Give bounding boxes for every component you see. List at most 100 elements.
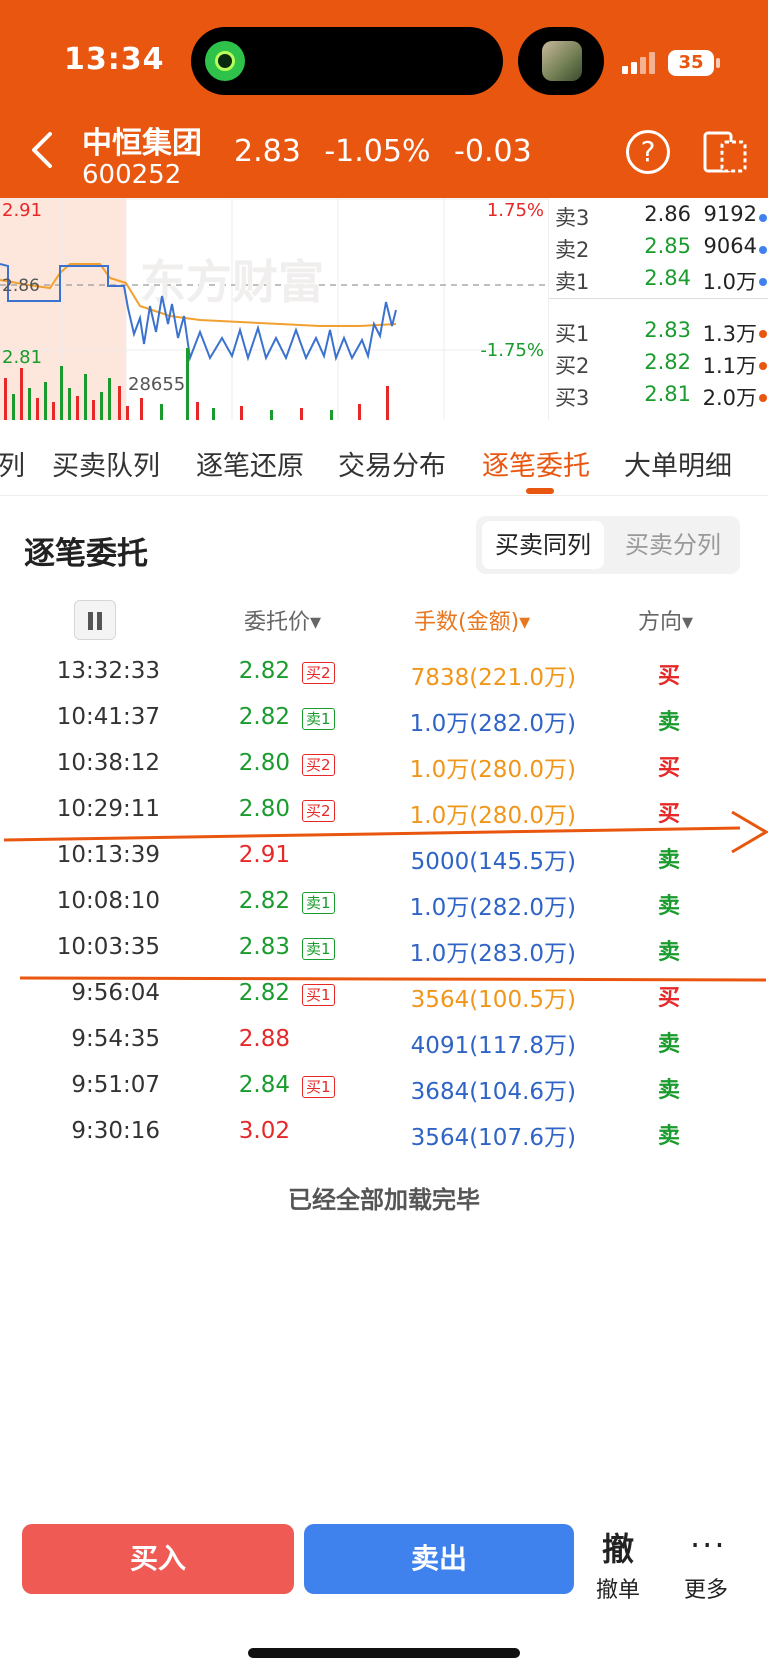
tab-trade-distribution[interactable]: 交易分布 [338, 444, 446, 483]
more-icon[interactable]: ··· [690, 1526, 727, 1564]
switch-layout-icon[interactable] [702, 130, 748, 174]
chart-mid-price: 2.86 [2, 276, 40, 296]
battery-tip [716, 58, 720, 68]
order-row: 9:30:16 3.02 3564(107.6万) 卖 [0, 1110, 768, 1156]
help-icon[interactable]: ? [626, 130, 670, 174]
queue-badge: 卖1 [302, 892, 335, 914]
ask-row-3: 卖3 2.86 9192 [549, 202, 768, 234]
music-app-icon [205, 41, 245, 81]
stock-quote: 2.83 -1.05% -0.03 [234, 134, 546, 169]
back-arrow-icon[interactable] [26, 128, 60, 172]
order-direction: 卖 [658, 940, 681, 965]
signal-icon [622, 52, 656, 74]
order-volume: 1.0万(282.0万) [409, 711, 576, 737]
chart-up-pct: 1.75% [487, 200, 544, 221]
order-volume: 7838(221.0万) [410, 665, 576, 691]
order-time: 10:41:37 [56, 704, 160, 730]
active-tab-indicator [526, 488, 554, 494]
order-volume: 1.0万(280.0万) [409, 803, 576, 829]
order-time: 9:54:35 [71, 1026, 160, 1052]
chart-down-pct: -1.75% [480, 340, 544, 361]
queue-badge: 买1 [302, 984, 335, 1006]
order-row: 13:32:33 2.82 买2 7838(221.0万) 买 [0, 650, 768, 696]
order-price: 2.80 [238, 750, 290, 776]
order-time: 13:32:33 [56, 658, 160, 684]
chart-volume-label: 28655 [128, 374, 185, 395]
intraday-chart[interactable]: 东方财富 2.91 2.86 2.81 1.75% -1.75% 28655 [0, 198, 548, 420]
battery-icon: 35 [668, 50, 714, 76]
avatar [542, 41, 582, 81]
order-volume: 4091(117.8万) [410, 1033, 576, 1059]
tab-partial[interactable]: 列 [0, 444, 25, 483]
bid-row-1: 买1 2.83 1.3万 [549, 318, 768, 350]
bid-row-3: 买3 2.81 2.0万 [549, 382, 768, 414]
dynamic-island-activity [518, 27, 604, 95]
order-row: 9:54:35 2.88 4091(117.8万) 卖 [0, 1018, 768, 1064]
buy-dot-icon [759, 330, 767, 338]
tab-order-queue[interactable]: 买卖队列 [52, 444, 160, 483]
order-time: 10:29:11 [56, 796, 160, 822]
chart-low-price: 2.81 [2, 347, 42, 368]
order-price: 2.84 [238, 1072, 290, 1098]
order-volume: 5000(145.5万) [410, 849, 576, 875]
split-column-button[interactable]: 买卖分列 [612, 521, 734, 569]
order-price: 2.82 [238, 980, 290, 1006]
order-direction: 卖 [658, 1032, 681, 1057]
cancel-order-button[interactable]: 撤单 [596, 1572, 640, 1604]
sell-dot-icon [759, 214, 767, 222]
ask-row-1: 卖1 2.84 1.0万 [549, 266, 768, 298]
order-volume: 3684(104.6万) [410, 1079, 576, 1105]
chart-watermark: 东方财富 [140, 255, 324, 309]
order-direction: 买 [658, 756, 681, 781]
order-volume: 1.0万(283.0万) [409, 941, 576, 967]
order-direction: 卖 [658, 894, 681, 919]
queue-badge: 买1 [302, 1076, 335, 1098]
order-price: 3.02 [238, 1118, 290, 1144]
order-direction: 买 [658, 664, 681, 689]
current-price: 2.83 [234, 134, 301, 169]
change-percent: -1.05% [324, 134, 431, 169]
order-direction: 卖 [658, 848, 681, 873]
pause-icon[interactable] [74, 600, 116, 640]
order-row: 10:13:39 2.91 5000(145.5万) 卖 [0, 834, 768, 880]
order-book[interactable]: 卖3 2.86 9192 卖2 2.85 9064 卖1 2.84 1.0万 买… [548, 198, 768, 420]
tab-tick-restore[interactable]: 逐笔还原 [196, 444, 304, 483]
order-book-divider [549, 298, 768, 299]
view-mode-toggle: 买卖同列 买卖分列 [476, 516, 740, 574]
ask-row-2: 卖2 2.85 9064 [549, 234, 768, 266]
tab-large-orders[interactable]: 大单明细 [624, 444, 732, 483]
sell-dot-icon [759, 246, 767, 254]
cancel-icon[interactable]: 撤 [602, 1524, 636, 1570]
buy-dot-icon [759, 394, 767, 402]
tab-tick-orders[interactable]: 逐笔委托 [482, 444, 590, 483]
order-time: 9:56:04 [71, 980, 160, 1006]
more-button[interactable]: 更多 [684, 1572, 728, 1604]
sell-dot-icon [759, 278, 767, 286]
section-title: 逐笔委托 [24, 536, 148, 572]
order-price: 2.83 [238, 934, 290, 960]
order-time: 10:03:35 [56, 934, 160, 960]
order-direction: 卖 [658, 710, 681, 735]
order-volume: 1.0万(280.0万) [409, 757, 576, 783]
column-direction-header[interactable]: 方向▾ [638, 604, 693, 644]
buy-button[interactable]: 买入 [22, 1524, 294, 1594]
order-row: 10:38:12 2.80 买2 1.0万(280.0万) 买 [0, 742, 768, 788]
load-complete-text: 已经全部加载完毕 [288, 1186, 480, 1214]
same-column-button[interactable]: 买卖同列 [482, 521, 604, 569]
sell-button[interactable]: 卖出 [304, 1524, 574, 1594]
dynamic-island [191, 27, 503, 95]
queue-badge: 买2 [302, 662, 335, 684]
column-volume-header[interactable]: 手数(金额)▾ [414, 604, 530, 644]
queue-badge: 买2 [302, 800, 335, 822]
queue-badge: 卖1 [302, 708, 335, 730]
order-price: 2.82 [238, 704, 290, 730]
order-row: 9:56:04 2.82 买1 3564(100.5万) 买 [0, 972, 768, 1018]
order-time: 10:38:12 [56, 750, 160, 776]
order-volume: 3564(100.5万) [410, 987, 576, 1013]
order-direction: 买 [658, 986, 681, 1011]
order-direction: 卖 [658, 1078, 681, 1103]
order-time: 9:30:16 [71, 1118, 160, 1144]
column-price-header[interactable]: 委托价▾ [244, 604, 321, 644]
order-time: 10:13:39 [56, 842, 160, 868]
queue-badge: 买2 [302, 754, 335, 776]
